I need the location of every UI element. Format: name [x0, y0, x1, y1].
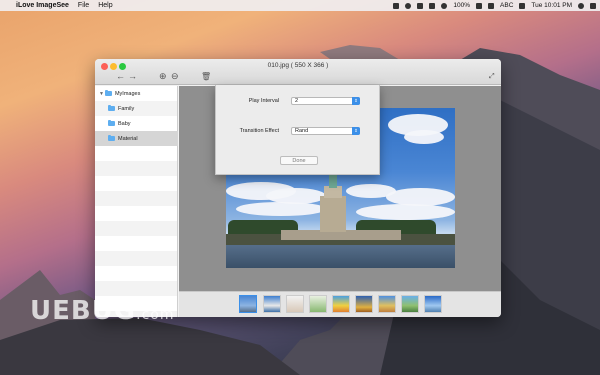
- folder-icon: [108, 120, 115, 126]
- transition-effect-label: Transition Effect: [239, 128, 279, 134]
- window-title: 010.jpg ( 550 X 366 ): [267, 62, 329, 69]
- menu-help[interactable]: Help: [98, 2, 112, 9]
- done-button[interactable]: Done: [280, 156, 318, 165]
- menubar-clock[interactable]: Tue 10:01 PM: [531, 2, 572, 9]
- folder-icon: [108, 135, 115, 141]
- siri-icon[interactable]: [578, 2, 584, 9]
- menu-app-name[interactable]: iLove ImageSee: [16, 2, 69, 9]
- thumbnail-strip: [179, 291, 501, 317]
- chevron-updown-icon[interactable]: ⇕: [352, 97, 360, 105]
- chevron-updown-icon[interactable]: ⇕: [352, 127, 360, 135]
- sidebar-item-label: Family: [118, 105, 135, 112]
- status-area: 100% ABC Tue 10:01 PM: [393, 0, 596, 11]
- thumbnail[interactable]: [263, 295, 281, 313]
- volume-icon[interactable]: [429, 2, 436, 9]
- sidebar-item-label: Material: [118, 135, 138, 142]
- title-bar: 010.jpg ( 550 X 366 ) ← → ⊕ ⊖ 🗑 ⤢: [95, 59, 501, 85]
- thumbnail[interactable]: [401, 295, 419, 313]
- thumbnail[interactable]: [286, 295, 304, 313]
- sidebar-item-label: Baby: [118, 120, 131, 127]
- thumbnail[interactable]: [309, 295, 327, 313]
- sidebar-item-myimages[interactable]: ▼ MyImages: [95, 86, 178, 101]
- disclosure-triangle-icon[interactable]: ▼: [99, 91, 104, 97]
- play-interval-select[interactable]: 2 ⇕: [291, 97, 360, 105]
- input-source-label[interactable]: ABC: [500, 2, 513, 9]
- forward-arrow-icon[interactable]: →: [128, 72, 137, 81]
- sidebar-item-material[interactable]: Material: [95, 131, 178, 146]
- back-arrow-icon[interactable]: ←: [116, 72, 125, 81]
- folder-icon: [104, 90, 112, 96]
- thumbnail[interactable]: [378, 295, 396, 313]
- sidebar-item-family[interactable]: Family: [95, 101, 178, 116]
- transition-effect-select[interactable]: Rand ⇕: [291, 127, 360, 135]
- sidebar-item-baby[interactable]: Baby: [95, 116, 178, 131]
- fullscreen-icon[interactable]: ⤢: [489, 72, 495, 81]
- status-circle-icon[interactable]: [405, 2, 412, 9]
- notification-center-icon[interactable]: [590, 2, 596, 9]
- evernote-icon[interactable]: [393, 2, 400, 9]
- watermark-logo: UEBUG.com: [30, 296, 175, 326]
- menu-file[interactable]: File: [78, 2, 89, 9]
- slideshow-settings-sheet: Play Interval 2 ⇕ Transition Effect Rand…: [215, 85, 380, 175]
- thumbnail[interactable]: [355, 295, 373, 313]
- trash-icon[interactable]: 🗑: [201, 72, 211, 81]
- watermark-suffix: .com: [136, 307, 175, 323]
- sidebar: ▼ MyImages Family Baby Material: [95, 86, 178, 317]
- menu-bar: iLove ImageSee File Help 100% ABC Tue 10…: [0, 0, 600, 11]
- thumbnail[interactable]: [332, 295, 350, 313]
- transition-effect-value: Rand: [295, 128, 309, 134]
- battery-percent[interactable]: 100%: [453, 2, 470, 9]
- input-source-flag-icon[interactable]: [488, 2, 495, 9]
- play-interval-value: 2: [295, 98, 299, 104]
- wifi-icon[interactable]: [441, 2, 448, 9]
- bluetooth-icon[interactable]: [417, 2, 424, 9]
- battery-icon[interactable]: [476, 2, 483, 9]
- thumbnail[interactable]: [424, 295, 442, 313]
- sidebar-item-label: MyImages: [114, 90, 141, 97]
- watermark-text: UEBUG: [30, 296, 137, 326]
- thumbnail[interactable]: [239, 295, 257, 313]
- airplay-icon[interactable]: [519, 2, 526, 9]
- folder-icon: [108, 105, 115, 111]
- play-interval-label: Play Interval: [248, 98, 279, 104]
- zoom-in-icon[interactable]: ⊕: [159, 72, 167, 81]
- zoom-out-icon[interactable]: ⊖: [171, 72, 179, 81]
